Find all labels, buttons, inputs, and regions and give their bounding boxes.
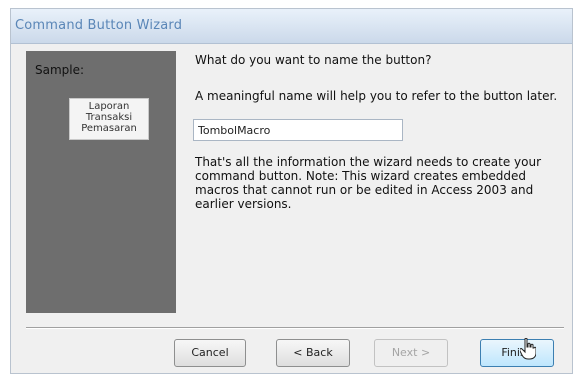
sample-button-line: Pemasaran xyxy=(81,123,137,134)
sample-button-line: Laporan xyxy=(88,101,130,112)
sample-button-preview: Laporan Transaksi Pemasaran xyxy=(69,98,149,140)
hand-pointer-icon xyxy=(520,338,536,360)
title-bar[interactable]: Command Button Wizard xyxy=(11,9,572,44)
back-button[interactable]: < Back xyxy=(276,339,350,367)
cancel-button[interactable]: Cancel xyxy=(174,339,246,367)
sample-panel: Sample: Laporan Transaksi Pemasaran xyxy=(26,51,176,313)
info-text: That's all the information the wizard ne… xyxy=(195,155,542,211)
divider xyxy=(26,327,564,329)
name-help-text: A meaningful name will help you to refer… xyxy=(195,89,558,103)
window-title: Command Button Wizard xyxy=(15,18,183,33)
sample-button-line: Transaksi xyxy=(85,112,133,123)
finish-button[interactable]: Finish xyxy=(480,339,554,367)
button-name-input[interactable] xyxy=(193,119,403,141)
name-question: What do you want to name the button? xyxy=(195,53,432,67)
command-button-wizard-window: Command Button Wizard Sample: Laporan Tr… xyxy=(10,8,573,374)
next-button[interactable]: Next > xyxy=(374,339,448,367)
sample-label: Sample: xyxy=(35,63,85,77)
